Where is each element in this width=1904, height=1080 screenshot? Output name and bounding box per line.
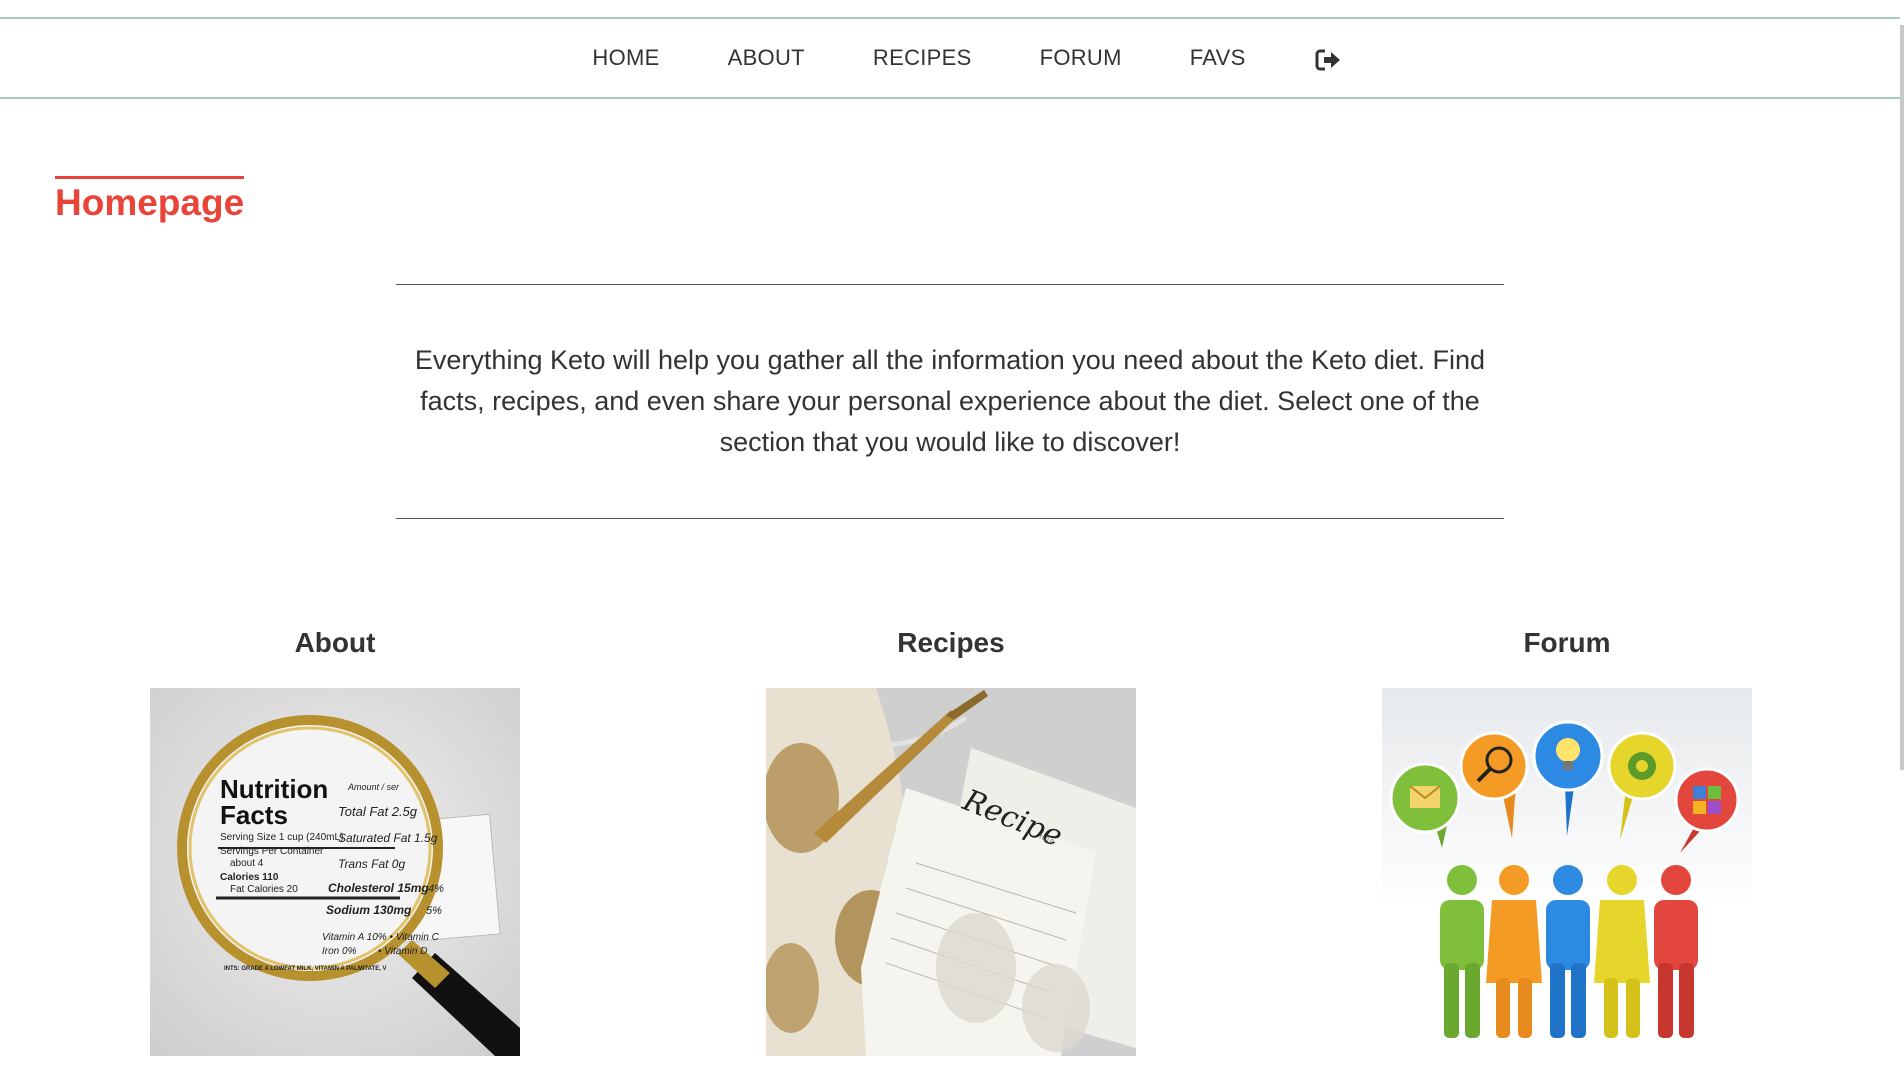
nutrition-cholesterol-pct: 4% xyxy=(428,883,444,895)
nutrition-about: about 4 xyxy=(230,858,264,869)
nutrition-facts-magnifier-image[interactable]: Nutrition Facts Amount / ser Total Fat 2… xyxy=(150,688,520,1056)
navbar: HOME ABOUT RECIPES FORUM FAVS xyxy=(0,19,1900,99)
nutrition-iron: Iron 0% xyxy=(322,946,357,957)
nutrition-amount: Amount / ser xyxy=(347,782,400,792)
nutrition-fat-calories: Fat Calories 20 xyxy=(230,884,298,895)
nutrition-total-fat: Total Fat 2.5g xyxy=(338,804,418,819)
nav-forum-link[interactable]: FORUM xyxy=(1040,45,1122,71)
nutrition-ingredients: INTS: GRADE A LOWFAT MILK, VITAMIN A PAL… xyxy=(224,966,387,972)
nutrition-cholesterol: Cholesterol 15mg xyxy=(328,881,429,895)
recipes-card: Recipes Recipe TITLE xyxy=(766,626,1136,1056)
sign-out-icon[interactable] xyxy=(1314,46,1342,74)
nav-home-link[interactable]: HOME xyxy=(592,45,659,71)
nav-about-link[interactable]: ABOUT xyxy=(728,45,805,71)
about-card: About Nutrition Facts Amount / ser Total… xyxy=(150,626,520,1056)
intro-top-divider xyxy=(396,284,1504,285)
nutrition-heading-2: Facts xyxy=(220,800,288,830)
nutrition-saturated-fat: Saturated Fat 1.5g xyxy=(338,831,438,845)
nutrition-sodium: Sodium 130mg xyxy=(326,903,412,917)
community-people-bubbles-image[interactable] xyxy=(1382,688,1752,1056)
nutrition-vitamin-a: Vitamin A 10% • Vitamin C xyxy=(322,932,440,943)
nutrition-vitamin-d: • Vitamin D xyxy=(378,946,427,957)
page-title: Homepage xyxy=(55,176,245,225)
forum-card: Forum xyxy=(1382,626,1752,1056)
nutrition-servings: Servings Per Container xyxy=(220,846,324,857)
nutrition-calories: Calories 110 xyxy=(220,872,279,883)
recipe-cards-image[interactable]: Recipe TITLE xyxy=(766,688,1136,1056)
nutrition-trans-fat: Trans Fat 0g xyxy=(338,857,405,871)
forum-card-title: Forum xyxy=(1523,627,1611,658)
nav-menu: HOME ABOUT RECIPES FORUM FAVS xyxy=(0,19,1900,97)
scrollbar[interactable] xyxy=(1900,25,1904,770)
intro-text: Everything Keto will help you gather all… xyxy=(414,345,1486,457)
nav-recipes-link[interactable]: RECIPES xyxy=(873,45,972,71)
nutrition-serving-size: Serving Size 1 cup (240mL) xyxy=(220,832,343,843)
about-card-title: About xyxy=(294,627,376,658)
nutrition-sodium-pct: 5% xyxy=(426,905,442,917)
recipes-card-title: Recipes xyxy=(897,627,1005,658)
nav-favs-link[interactable]: FAVS xyxy=(1190,45,1246,71)
intro-bottom-divider xyxy=(396,518,1504,519)
